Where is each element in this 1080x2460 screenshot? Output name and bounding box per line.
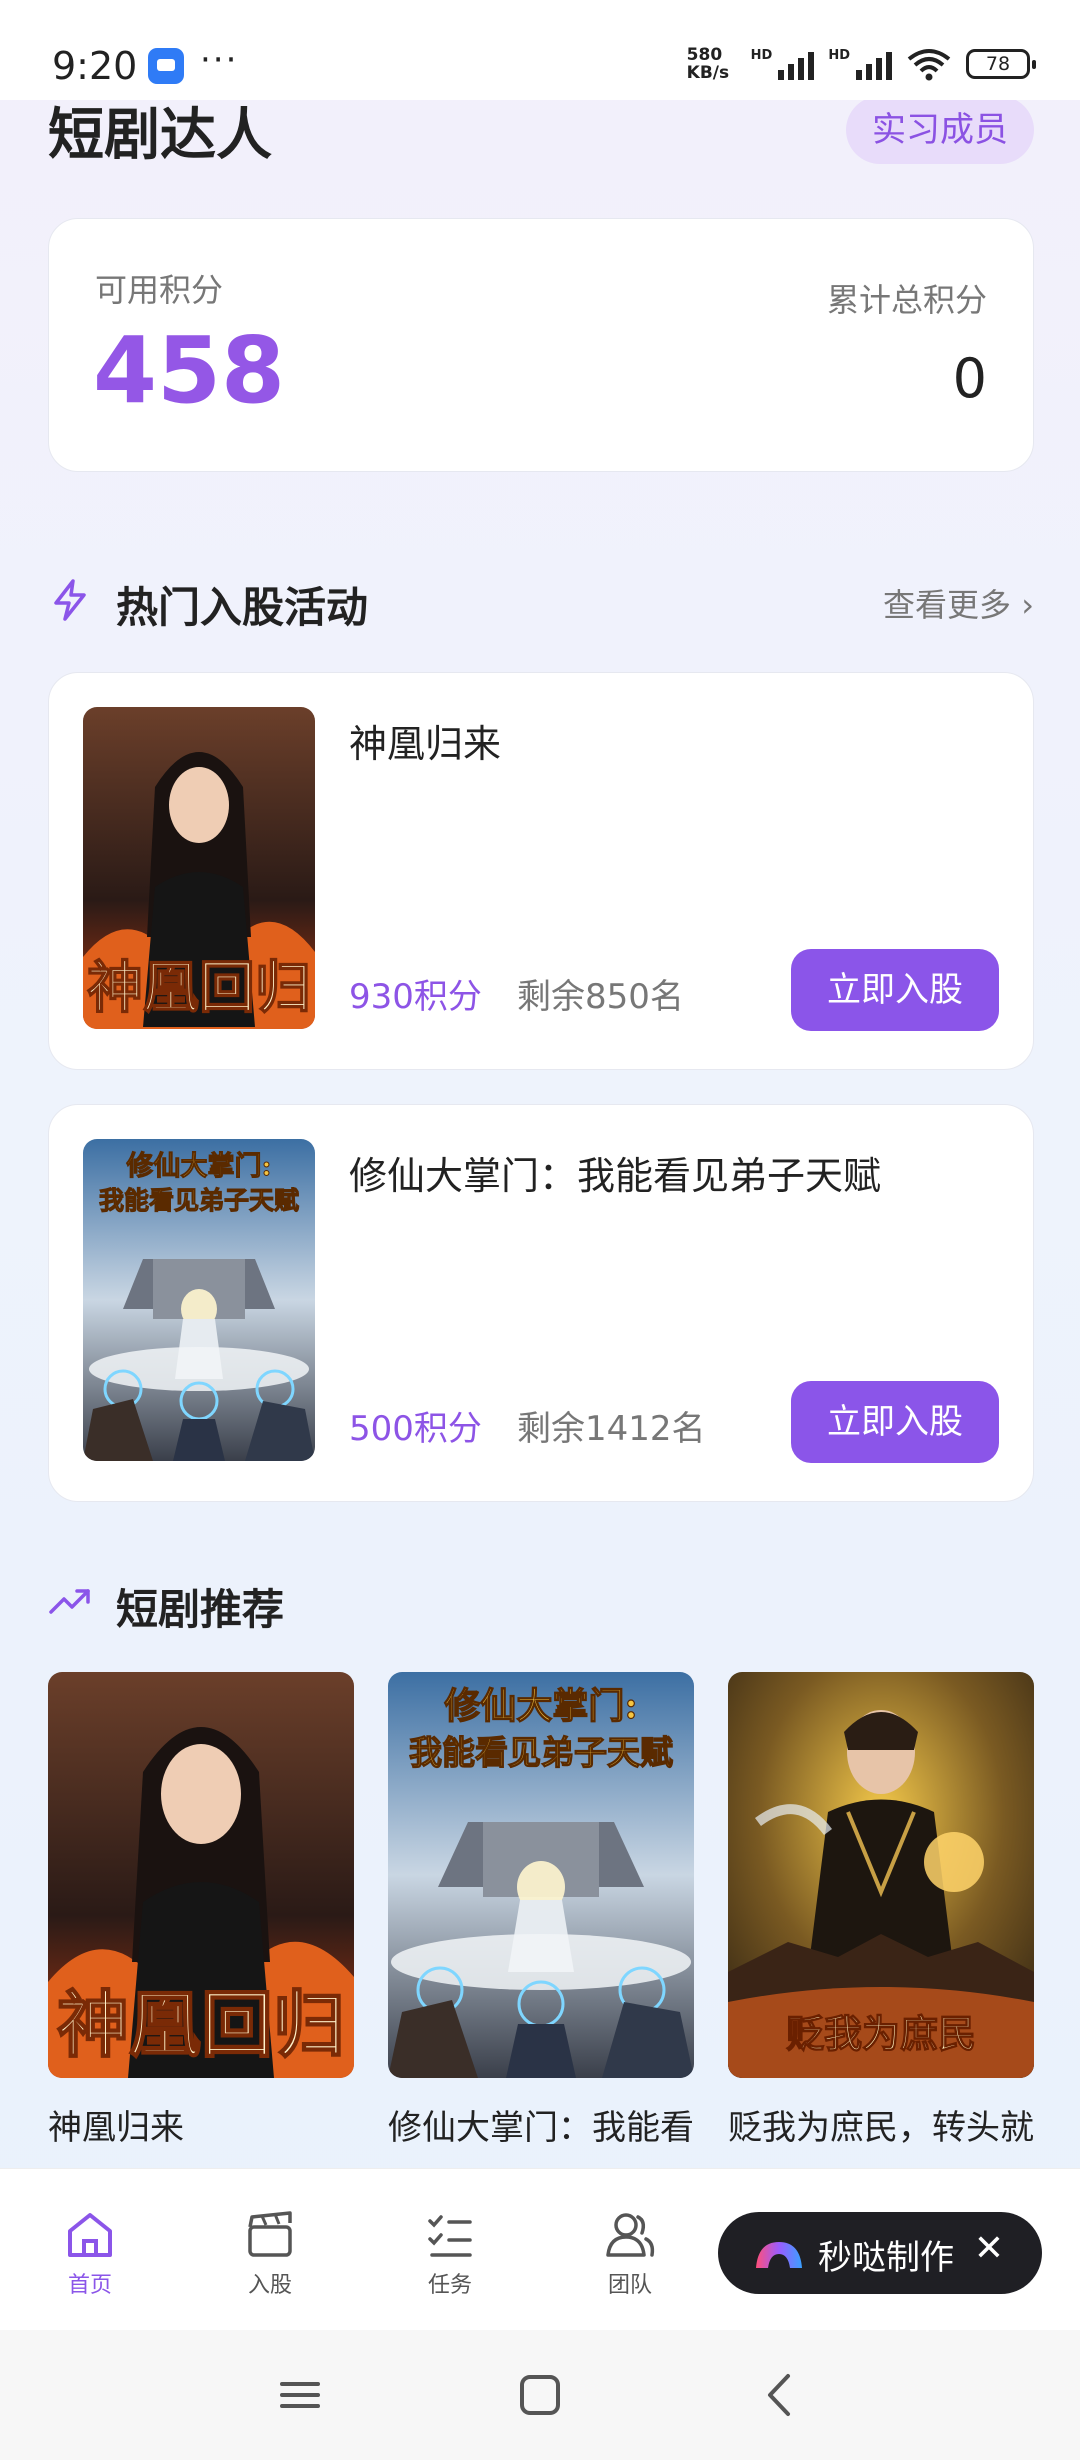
activity-title: 修仙大掌门：我能看见弟子天赋	[349, 1154, 882, 1198]
svg-text:我能看见弟子天赋: 我能看见弟子天赋	[409, 1733, 673, 1772]
drama-poster[interactable]: 贬我为庶民	[728, 1672, 1034, 2078]
available-points-value: 458	[93, 317, 286, 424]
maker-logo-icon	[756, 2242, 802, 2268]
activity-remaining: 剩余1412名	[517, 1409, 706, 1449]
network-speed: 580 KB/s	[686, 45, 730, 83]
tab-invest[interactable]: 入股	[210, 2209, 330, 2299]
wifi-icon	[907, 49, 951, 81]
chevron-right-icon: ›	[1021, 586, 1034, 624]
svg-text:修仙大掌门:: 修仙大掌门:	[444, 1685, 637, 1727]
hot-section-header: 热门入股活动 查看更多 ›	[48, 570, 1034, 632]
invest-now-button[interactable]: 立即入股	[791, 1381, 999, 1463]
more-notifications-icon: ···	[200, 40, 239, 80]
drama-poster[interactable]: 神凰回归	[48, 1672, 354, 2078]
activity-title: 神凰归来	[349, 722, 502, 766]
view-more-link[interactable]: 查看更多 ›	[883, 580, 1034, 626]
status-time: 9:20	[52, 44, 138, 88]
role-badge[interactable]: 实习成员	[846, 96, 1034, 164]
total-points-label: 累计总积分	[826, 281, 987, 319]
tab-label: 团队	[607, 2273, 652, 2298]
rec-item-title: 神凰归来	[48, 2108, 184, 2148]
activity-points: 930积分	[349, 977, 482, 1017]
lightning-icon	[54, 579, 86, 621]
home-button-icon[interactable]	[510, 2370, 570, 2420]
battery-icon: 78	[966, 49, 1036, 79]
activity-card[interactable]: 修仙大掌门: 我能看见弟子天赋 修仙大掌门：我能看见弟子天赋 500积分 剩余1…	[48, 1104, 1034, 1502]
clapperboard-icon	[248, 2211, 292, 2257]
rec-item[interactable]: 修仙大掌门: 我能看见弟子天赋 修仙大掌门：我能看	[388, 1672, 694, 2149]
rec-item-title: 贬我为庶民，转头就	[728, 2108, 1034, 2148]
tab-label: 首页	[67, 2273, 112, 2298]
activity-points: 500积分	[349, 1409, 482, 1449]
status-indicators: 580 KB/s HD HD 78	[686, 45, 1036, 83]
floating-maker-pill[interactable]: 秒哒制作 ✕	[718, 2212, 1042, 2294]
activity-card[interactable]: 神凰回归 神凰归来 930积分 剩余850名 立即入股	[48, 672, 1034, 1070]
close-icon[interactable]: ✕	[974, 2228, 1004, 2269]
menu-icon[interactable]	[270, 2370, 330, 2420]
rec-item[interactable]: 神凰回归 神凰归来	[48, 1672, 354, 2149]
svg-text:我能看见弟子天赋: 我能看见弟子天赋	[99, 1186, 299, 1215]
message-notification-icon	[148, 48, 184, 84]
total-points-value: 0	[952, 347, 987, 410]
page-title: 短剧达人	[48, 103, 272, 168]
drama-poster[interactable]: 修仙大掌门: 我能看见弟子天赋	[83, 1139, 315, 1461]
back-icon[interactable]	[750, 2370, 810, 2420]
rec-section-title: 短剧推荐	[116, 1585, 285, 1634]
team-icon	[606, 2213, 655, 2257]
svg-text:神凰回归: 神凰回归	[57, 1982, 345, 2067]
rec-item[interactable]: 贬我为庶民 贬我为庶民，转头就	[728, 1672, 1034, 2149]
rec-section-header: 短剧推荐	[48, 1572, 1034, 1634]
tab-tasks[interactable]: 任务	[390, 2209, 510, 2299]
status-bar: 9:20 ··· 580 KB/s HD HD 78	[0, 0, 1080, 100]
drama-poster[interactable]: 神凰回归	[83, 707, 315, 1029]
signal-icon: HD	[751, 48, 815, 80]
svg-text:修仙大掌门:: 修仙大掌门:	[126, 1151, 272, 1182]
trending-up-icon	[49, 1589, 90, 1614]
checklist-icon	[428, 2215, 472, 2257]
floating-label: 秒哒制作	[818, 2238, 954, 2278]
svg-text:贬我为庶民: 贬我为庶民	[786, 2011, 976, 2056]
drama-poster[interactable]: 修仙大掌门: 我能看见弟子天赋	[388, 1672, 694, 2078]
rec-item-title: 修仙大掌门：我能看	[388, 2108, 694, 2148]
points-card: 可用积分 458 累计总积分 0	[48, 218, 1034, 472]
tab-home[interactable]: 首页	[30, 2209, 150, 2299]
invest-now-button[interactable]: 立即入股	[791, 949, 999, 1031]
system-nav-bar	[0, 2330, 1080, 2460]
activity-remaining: 剩余850名	[517, 977, 684, 1017]
svg-text:神凰回归: 神凰回归	[87, 955, 311, 1021]
signal-icon-2: HD	[828, 48, 892, 80]
hot-section-title: 热门入股活动	[116, 583, 369, 632]
tab-label: 任务	[427, 2273, 472, 2298]
home-icon	[68, 2213, 112, 2257]
tab-label: 入股	[247, 2273, 292, 2298]
tab-team[interactable]: 团队	[570, 2209, 690, 2299]
available-points-label: 可用积分	[95, 271, 224, 309]
